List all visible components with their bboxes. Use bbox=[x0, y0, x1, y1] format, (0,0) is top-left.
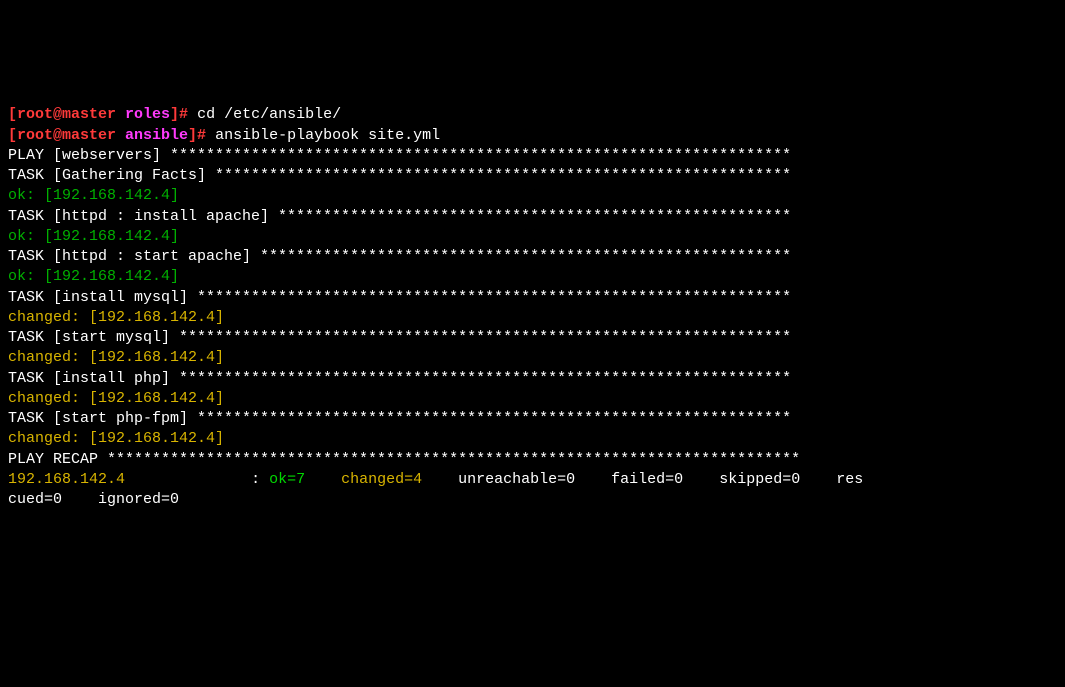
task-header-0: TASK [Gathering Facts] *****************… bbox=[8, 166, 1057, 186]
task-status-5: changed: [192.168.142.4] bbox=[8, 389, 1057, 409]
task-header-2: TASK [httpd : start apache] ************… bbox=[8, 247, 1057, 267]
terminal-output[interactable]: httpd mysql php[root@master roles]# cd /… bbox=[8, 85, 1057, 510]
task-status-0: ok: [192.168.142.4] bbox=[8, 186, 1057, 206]
task-header-5: TASK [install php] *********************… bbox=[8, 369, 1057, 389]
task-status-4: changed: [192.168.142.4] bbox=[8, 348, 1057, 368]
play-header: PLAY [webservers] **********************… bbox=[8, 146, 1057, 166]
recap-line-1: 192.168.142.4 : ok=7 changed=4 unreachab… bbox=[8, 470, 1057, 490]
prompt-line-1: [root@master roles]# cd /etc/ansible/ bbox=[8, 105, 1057, 125]
prompt-line-2: [root@master ansible]# ansible-playbook … bbox=[8, 126, 1057, 146]
task-status-1: ok: [192.168.142.4] bbox=[8, 227, 1057, 247]
task-header-3: TASK [install mysql] *******************… bbox=[8, 288, 1057, 308]
task-status-3: changed: [192.168.142.4] bbox=[8, 308, 1057, 328]
task-header-1: TASK [httpd : install apache] **********… bbox=[8, 207, 1057, 227]
task-header-6: TASK [start php-fpm] *******************… bbox=[8, 409, 1057, 429]
task-header-4: TASK [start mysql] *********************… bbox=[8, 328, 1057, 348]
recap-line-2: cued=0 ignored=0 bbox=[8, 490, 1057, 510]
recap-header: PLAY RECAP *****************************… bbox=[8, 450, 1057, 470]
task-status-2: ok: [192.168.142.4] bbox=[8, 267, 1057, 287]
task-status-6: changed: [192.168.142.4] bbox=[8, 429, 1057, 449]
